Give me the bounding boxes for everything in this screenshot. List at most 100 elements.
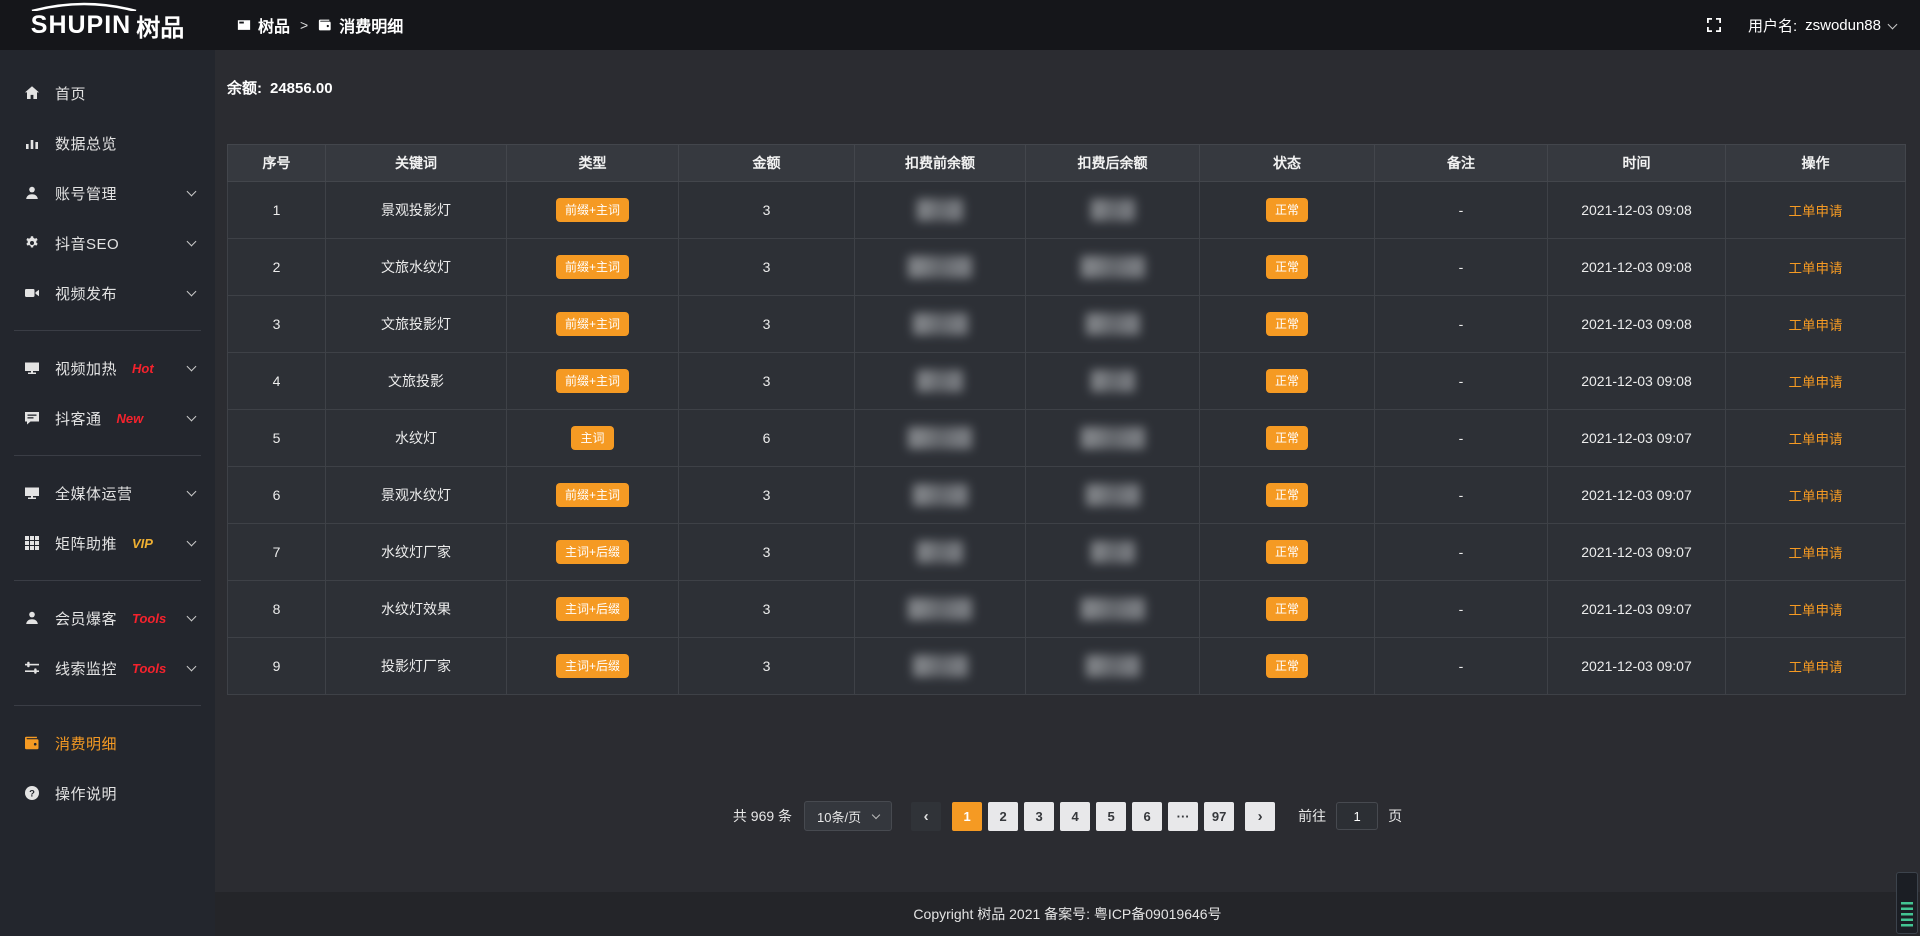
work-order-link[interactable]: 工单申请 bbox=[1789, 660, 1843, 675]
page-button-5[interactable]: 5 bbox=[1096, 802, 1126, 831]
page-button-1[interactable]: 1 bbox=[952, 802, 982, 831]
video-icon bbox=[24, 285, 40, 301]
redacted-value bbox=[1081, 427, 1145, 449]
sidebar-item-lead-monitoring[interactable]: 线索监控Tools bbox=[0, 643, 215, 693]
breadcrumb-item-0[interactable]: 树品 bbox=[237, 13, 290, 37]
main-content: 余额:24856.00 序号关键词类型金额扣费前余额扣费后余额状态备注时间操作 … bbox=[215, 50, 1920, 936]
side-widget[interactable] bbox=[1896, 872, 1918, 934]
cell-remark: - bbox=[1375, 467, 1548, 524]
type-badge: 主词+后缀 bbox=[556, 540, 629, 564]
cell-time: 2021-12-03 09:08 bbox=[1548, 296, 1726, 353]
cell-amount: 3 bbox=[679, 638, 855, 695]
type-badge: 主词 bbox=[571, 426, 613, 450]
redacted-value bbox=[1091, 541, 1135, 563]
status-badge: 正常 bbox=[1266, 426, 1308, 450]
column-header: 状态 bbox=[1200, 145, 1375, 182]
table-header-row: 序号关键词类型金额扣费前余额扣费后余额状态备注时间操作 bbox=[228, 145, 1906, 182]
sidebar-item-label: 矩阵助推 bbox=[55, 533, 117, 554]
widget-stripes-icon bbox=[1901, 902, 1913, 928]
cell-remark: - bbox=[1375, 182, 1548, 239]
page-button-97[interactable]: 97 bbox=[1204, 802, 1234, 831]
work-order-link[interactable]: 工单申请 bbox=[1789, 489, 1843, 504]
redacted-value bbox=[1091, 370, 1135, 392]
breadcrumb-item-1[interactable]: 消费明细 bbox=[318, 13, 403, 37]
work-order-link[interactable]: 工单申请 bbox=[1789, 375, 1843, 390]
svg-text:?: ? bbox=[29, 788, 35, 799]
monitor-icon bbox=[24, 360, 40, 376]
logo: SHUPIN 树品 bbox=[0, 0, 215, 50]
status-badge: 正常 bbox=[1266, 654, 1308, 678]
status-badge: 正常 bbox=[1266, 369, 1308, 393]
cell-type: 主词+后缀 bbox=[507, 524, 679, 581]
total-count: 共 969 条 bbox=[733, 806, 792, 826]
page-ellipsis-button[interactable]: ··· bbox=[1168, 802, 1198, 831]
balance-label: 余额: bbox=[227, 80, 262, 97]
footer: Copyright 树品 2021 备案号: 粤ICP备09019646号 bbox=[215, 892, 1920, 936]
chevron-down-icon bbox=[872, 810, 880, 818]
sidebar-item-account-management[interactable]: 账号管理 bbox=[0, 168, 215, 218]
cell-amount: 3 bbox=[679, 182, 855, 239]
chevron-down-icon bbox=[187, 611, 197, 621]
grid-icon bbox=[24, 535, 40, 551]
column-header: 金额 bbox=[679, 145, 855, 182]
cell-balance-before bbox=[855, 239, 1026, 296]
work-order-link[interactable]: 工单申请 bbox=[1789, 204, 1843, 219]
next-page-button[interactable]: › bbox=[1245, 802, 1275, 831]
sidebar: 首页数据总览账号管理抖音SEO视频发布视频加热Hot抖客通New全媒体运营矩阵助… bbox=[0, 50, 215, 936]
user-menu[interactable]: 用户名: zswodun88 bbox=[1748, 15, 1896, 36]
sidebar-item-douyin-seo[interactable]: 抖音SEO bbox=[0, 218, 215, 268]
cell-status: 正常 bbox=[1200, 182, 1375, 239]
redacted-value bbox=[1081, 598, 1145, 620]
cell-balance-before bbox=[855, 296, 1026, 353]
page-button-2[interactable]: 2 bbox=[988, 802, 1018, 831]
page-button-6[interactable]: 6 bbox=[1132, 802, 1162, 831]
redacted-value bbox=[917, 199, 963, 221]
prev-page-button[interactable]: ‹ bbox=[911, 802, 941, 831]
sidebar-item-video-heating[interactable]: 视频加热Hot bbox=[0, 343, 215, 393]
work-order-link[interactable]: 工单申请 bbox=[1789, 318, 1843, 333]
fullscreen-icon[interactable] bbox=[1706, 17, 1722, 33]
sidebar-item-member-burst[interactable]: 会员爆客Tools bbox=[0, 593, 215, 643]
status-badge: 正常 bbox=[1266, 255, 1308, 279]
cell-balance-after bbox=[1026, 638, 1200, 695]
sidebar-item-all-media-operation[interactable]: 全媒体运营 bbox=[0, 468, 215, 518]
page-size-value: 10条/页 bbox=[817, 807, 861, 826]
sidebar-item-doukaitong[interactable]: 抖客通New bbox=[0, 393, 215, 443]
cell-type: 前缀+主词 bbox=[507, 239, 679, 296]
sidebar-item-consumption-detail[interactable]: 消费明细 bbox=[0, 718, 215, 768]
goto-page-input[interactable] bbox=[1336, 802, 1378, 830]
type-badge: 前缀+主词 bbox=[556, 198, 629, 222]
page-button-4[interactable]: 4 bbox=[1060, 802, 1090, 831]
sidebar-item-data-overview[interactable]: 数据总览 bbox=[0, 118, 215, 168]
page-button-3[interactable]: 3 bbox=[1024, 802, 1054, 831]
cell-status: 正常 bbox=[1200, 296, 1375, 353]
cell-remark: - bbox=[1375, 581, 1548, 638]
cell-type: 前缀+主词 bbox=[507, 296, 679, 353]
type-badge: 主词+后缀 bbox=[556, 597, 629, 621]
home-icon bbox=[24, 85, 40, 101]
type-badge: 前缀+主词 bbox=[556, 483, 629, 507]
sidebar-item-label: 抖音SEO bbox=[55, 233, 119, 254]
sidebar-item-video-publish[interactable]: 视频发布 bbox=[0, 268, 215, 318]
work-order-link[interactable]: 工单申请 bbox=[1789, 546, 1843, 561]
column-header: 操作 bbox=[1726, 145, 1906, 182]
work-order-link[interactable]: 工单申请 bbox=[1789, 261, 1843, 276]
cell-no: 2 bbox=[228, 239, 326, 296]
sidebar-item-label: 视频发布 bbox=[55, 283, 117, 304]
cell-keyword: 文旅投影灯 bbox=[326, 296, 507, 353]
status-badge: 正常 bbox=[1266, 540, 1308, 564]
breadcrumb-label: 消费明细 bbox=[339, 13, 403, 37]
table-row: 4文旅投影前缀+主词3正常-2021-12-03 09:08工单申请 bbox=[228, 353, 1906, 410]
chevron-down-icon bbox=[187, 536, 197, 546]
cell-status: 正常 bbox=[1200, 524, 1375, 581]
cell-keyword: 景观水纹灯 bbox=[326, 467, 507, 524]
cell-status: 正常 bbox=[1200, 581, 1375, 638]
page-size-select[interactable]: 10条/页 bbox=[804, 801, 892, 831]
cell-status: 正常 bbox=[1200, 410, 1375, 467]
sidebar-item-operation-guide[interactable]: ?操作说明 bbox=[0, 768, 215, 818]
sidebar-item-matrix-boost[interactable]: 矩阵助推VIP bbox=[0, 518, 215, 568]
work-order-link[interactable]: 工单申请 bbox=[1789, 603, 1843, 618]
cell-balance-after bbox=[1026, 467, 1200, 524]
sidebar-item-home[interactable]: 首页 bbox=[0, 68, 215, 118]
work-order-link[interactable]: 工单申请 bbox=[1789, 432, 1843, 447]
